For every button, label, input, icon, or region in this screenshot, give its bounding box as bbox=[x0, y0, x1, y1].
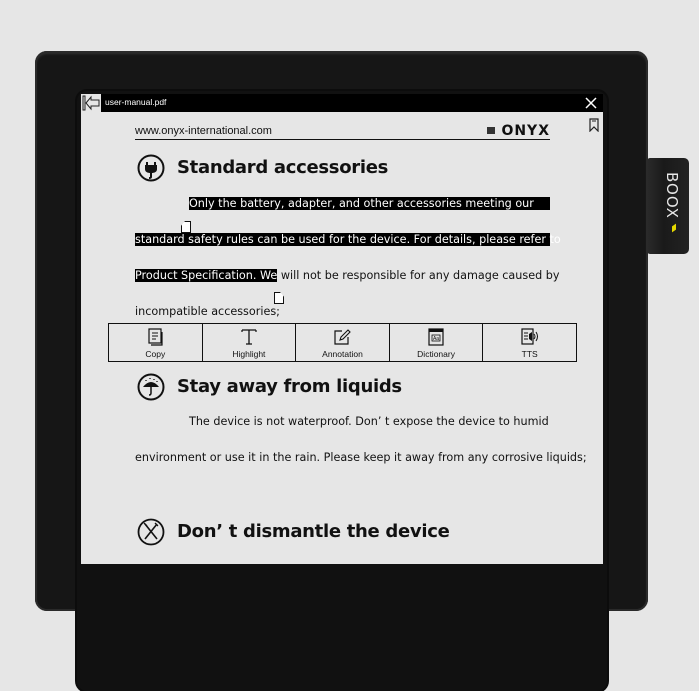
annotation-label: Annotation bbox=[322, 349, 363, 359]
device-brand-tab: BOOX bbox=[647, 158, 689, 254]
pencil-edit-icon bbox=[334, 329, 352, 345]
text-line: The device is not waterproof. Don’ t exp… bbox=[189, 415, 549, 428]
tts-label: TTS bbox=[521, 349, 538, 359]
text-line: environment or use it in the rain. Pleas… bbox=[135, 451, 587, 464]
tts-button[interactable]: TTS bbox=[483, 324, 576, 361]
selection-start-handle[interactable] bbox=[181, 221, 191, 233]
selection-end-handle[interactable] bbox=[274, 292, 284, 304]
close-icon[interactable] bbox=[584, 96, 598, 110]
file-title: user-manual.pdf bbox=[105, 97, 167, 107]
text-line: incompatible accessories; bbox=[135, 305, 280, 318]
svg-text:Aa: Aa bbox=[433, 336, 439, 342]
dictionary-icon: Aa bbox=[428, 328, 444, 346]
copy-button[interactable]: Copy bbox=[109, 324, 203, 361]
copy-icon bbox=[148, 328, 163, 346]
highlight-button[interactable]: Highlight bbox=[203, 324, 297, 361]
selected-text-fragment[interactable]: Product Specification. We bbox=[135, 269, 278, 282]
dictionary-label: Dictionary bbox=[417, 349, 455, 359]
selected-text-line[interactable]: standard safety rules can be used for th… bbox=[135, 233, 561, 246]
highlight-label: Highlight bbox=[232, 349, 266, 359]
section-title: Stay away from liquids bbox=[177, 376, 402, 397]
section-title: Don’ t dismantle the device bbox=[177, 521, 450, 542]
selected-text-line[interactable]: Only the battery, adapter, and other acc… bbox=[189, 197, 550, 210]
speaker-icon bbox=[521, 328, 538, 345]
umbrella-rain-icon bbox=[137, 373, 165, 401]
reader-screen: user-manual.pdf www.onyx-international.c… bbox=[81, 94, 603, 564]
header-website: www.onyx-international.com bbox=[135, 125, 272, 137]
page-header: www.onyx-international.com ONYX bbox=[135, 123, 550, 140]
reader-top-bar: user-manual.pdf bbox=[81, 94, 603, 112]
back-button[interactable] bbox=[81, 94, 101, 112]
dictionary-button[interactable]: Aa Dictionary bbox=[390, 324, 484, 361]
text-t-icon bbox=[241, 329, 257, 345]
text-fragment: will not be responsible for any damage c… bbox=[277, 269, 560, 282]
text-line: Product Specification. We will not be re… bbox=[135, 269, 559, 282]
no-tools-icon bbox=[137, 518, 165, 546]
header-logo: ONYX bbox=[501, 123, 550, 139]
selection-toolbar: Copy Highlight Annotation Aa Dictionary bbox=[108, 323, 577, 362]
brand-label: BOOX bbox=[663, 172, 681, 219]
plug-icon bbox=[137, 154, 165, 182]
back-arrow-icon bbox=[82, 95, 100, 111]
logo-mark bbox=[487, 127, 495, 134]
bookmark-icon[interactable] bbox=[589, 118, 599, 132]
annotation-button[interactable]: Annotation bbox=[296, 324, 390, 361]
section-title: Standard accessories bbox=[177, 157, 389, 178]
copy-label: Copy bbox=[145, 349, 166, 359]
